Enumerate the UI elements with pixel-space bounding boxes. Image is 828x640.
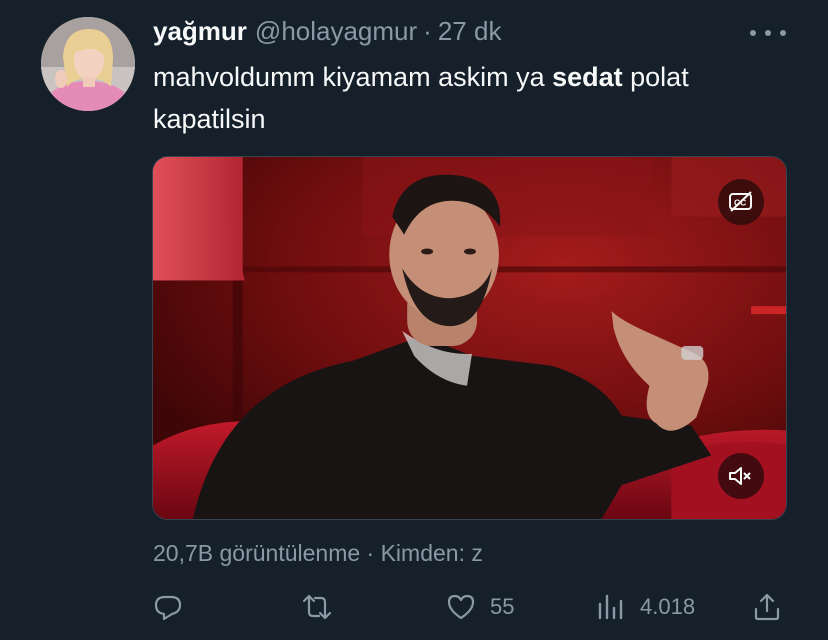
more-dot: [765, 30, 771, 36]
reply-button[interactable]: [153, 585, 183, 629]
timestamp[interactable]: 27 dk: [438, 14, 502, 48]
share-button[interactable]: [752, 585, 782, 629]
tweet[interactable]: yağmur @holayagmur · 27 dk mahvoldumm ki…: [0, 0, 828, 640]
separator-dot: ·: [423, 16, 432, 46]
mute-button[interactable]: [718, 453, 764, 499]
avatar-image: [41, 17, 135, 111]
tweet-actions: 55 4.018: [0, 585, 828, 629]
more-options-icon[interactable]: [750, 22, 786, 44]
user-handle[interactable]: @holayagmur: [255, 14, 417, 48]
like-count: 55: [490, 594, 515, 619]
share-icon: [754, 593, 780, 621]
views-count: 4.018: [640, 594, 696, 619]
tweet-text-bold: sedat: [552, 62, 623, 92]
retweet-button[interactable]: [302, 585, 332, 629]
display-name[interactable]: yağmur: [153, 14, 247, 48]
tweet-text: mahvoldumm kiyamam askim ya sedat polat …: [153, 56, 793, 140]
speaker-muted-icon: [729, 467, 751, 485]
closed-captions-off-icon: CC: [729, 191, 752, 212]
tweet-text-part: mahvoldumm kiyamam askim ya: [153, 62, 553, 92]
heart-icon: [447, 594, 475, 620]
view-count-meta: 20,7B görüntülenme · Kimden: z: [153, 540, 483, 566]
retweet-icon: [302, 594, 332, 620]
video-frame: [153, 157, 786, 519]
avatar[interactable]: [41, 17, 135, 111]
views-button[interactable]: 4.018: [596, 585, 695, 629]
video-player[interactable]: CC: [152, 156, 787, 520]
reply-icon: [154, 595, 182, 621]
tweet-header: yağmur @holayagmur · 27 dk: [153, 14, 778, 48]
captions-button[interactable]: CC: [718, 179, 764, 225]
like-button[interactable]: 55: [446, 585, 514, 629]
analytics-icon: [598, 594, 623, 620]
more-dot: [780, 30, 786, 36]
more-dot: [750, 30, 756, 36]
